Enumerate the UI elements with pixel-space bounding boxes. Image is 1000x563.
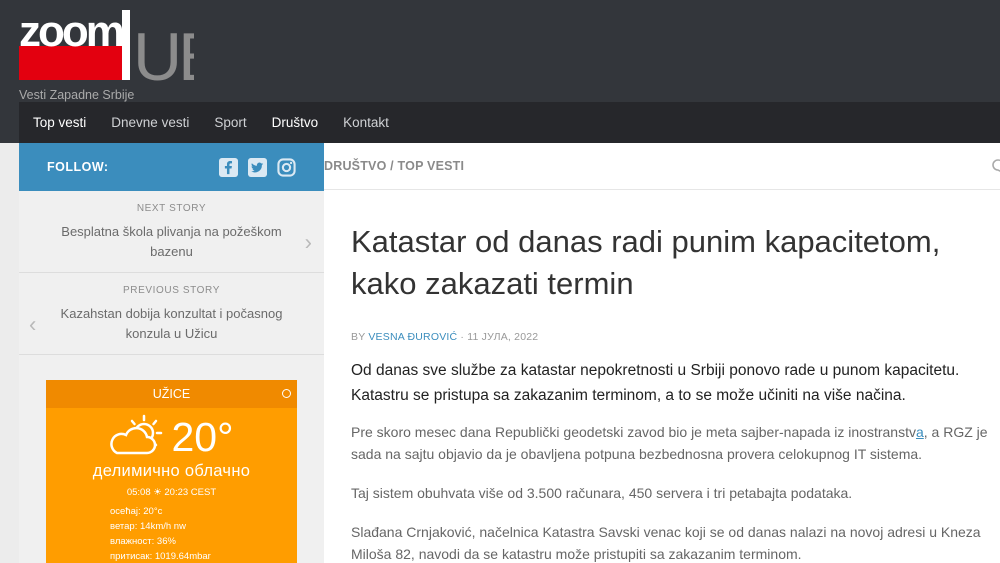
weather-feels-like: осећај: 20°c bbox=[110, 506, 163, 517]
weather-pressure: притисак: 1019.64mbar bbox=[110, 551, 211, 562]
nav-item-top-vesti[interactable]: Top vesti bbox=[33, 115, 86, 130]
weather-condition: делимично облачно bbox=[92, 462, 251, 480]
previous-story-title[interactable]: Kazahstan dobija konzultat i počasnog ko… bbox=[59, 304, 284, 344]
previous-story[interactable]: PREVIOUS STORY Kazahstan dobija konzulta… bbox=[19, 273, 324, 355]
weather-details: осећај: 20°c ветар: 14km/h nw влажност: … bbox=[46, 504, 297, 563]
nav-item-kontakt[interactable]: Kontakt bbox=[343, 115, 389, 130]
facebook-icon[interactable] bbox=[218, 157, 238, 177]
publish-date: · 11 ЈУЛА, 2022 bbox=[457, 331, 539, 343]
author-link[interactable]: VESNA ĐUROVIĆ bbox=[368, 331, 457, 343]
breadcrumb[interactable]: DRUŠTVO / TOP VESTI bbox=[324, 159, 464, 173]
next-story[interactable]: NEXT STORY Besplatna škola plivanja na p… bbox=[19, 191, 324, 273]
site-logo[interactable]: zoom UE bbox=[19, 7, 225, 95]
weather-temperature: 20° bbox=[171, 413, 234, 460]
article-title: Katastar od danas radi punim kapacitetom… bbox=[351, 224, 941, 301]
nav-item-drustvo[interactable]: Društvo bbox=[272, 115, 319, 130]
main-nav: Top vesti Dnevne vesti Sport Društvo Kon… bbox=[19, 102, 1000, 143]
article-paragraph-1: Pre skoro mesec dana Republički geodetsk… bbox=[351, 421, 996, 465]
article-main: DRUŠTVO / TOP VESTI Katastar od danas ra… bbox=[324, 143, 1000, 563]
weather-settings-icon[interactable] bbox=[282, 389, 291, 398]
chevron-left-icon[interactable]: ‹ bbox=[29, 311, 36, 337]
sidebar: FOLLOW: NEXT STORY Besplatna škola pliva… bbox=[19, 143, 324, 563]
weather-city: UŽICE bbox=[152, 387, 191, 401]
weather-humidity: влажност: 36% bbox=[110, 536, 176, 547]
previous-story-kicker: PREVIOUS STORY bbox=[123, 285, 220, 296]
weather-sun-times: 05:08 ☀ 20:23 CEST bbox=[126, 487, 217, 498]
weather-wind: ветар: 14km/h nw bbox=[110, 521, 186, 532]
partly-cloudy-icon bbox=[109, 413, 165, 462]
article-paragraph-3: Slađana Crnjaković, načelnica Katastra S… bbox=[351, 524, 981, 562]
instagram-icon[interactable] bbox=[276, 157, 296, 177]
logo-graphic: zoom UE bbox=[19, 7, 225, 95]
site-header: zoom UE Vesti Zapadne Srbije Top vesti D… bbox=[0, 0, 1000, 143]
logo-main-text: zoom bbox=[19, 8, 123, 56]
article-paragraph-2: Taj sistem obuhvata više od 3.500 računa… bbox=[351, 485, 853, 501]
article-meta: BY VESNA ĐUROVIĆ · 11 ЈУЛА, 2022 bbox=[351, 331, 538, 343]
follow-bar: FOLLOW: bbox=[19, 143, 324, 191]
chevron-right-icon[interactable]: › bbox=[305, 229, 312, 255]
social-links bbox=[218, 157, 296, 177]
twitter-icon[interactable] bbox=[247, 157, 267, 177]
next-story-kicker: NEXT STORY bbox=[136, 203, 207, 214]
site-tagline: Vesti Zapadne Srbije bbox=[19, 88, 135, 102]
next-story-title[interactable]: Besplatna škola plivanja na požeškom baz… bbox=[59, 222, 284, 262]
weather-widget: UŽICE 20° делимично облачно 05:08 ☀ 20:2… bbox=[46, 380, 297, 563]
meta-by: BY bbox=[351, 331, 369, 343]
weather-header: UŽICE bbox=[46, 380, 297, 408]
comment-icon[interactable] bbox=[992, 159, 1000, 178]
breadcrumb-bar: DRUŠTVO / TOP VESTI bbox=[324, 143, 1000, 190]
weather-main: 20° bbox=[46, 414, 297, 460]
inline-link[interactable]: a bbox=[916, 424, 924, 440]
nav-item-sport[interactable]: Sport bbox=[214, 115, 246, 130]
nav-item-dnevne-vesti[interactable]: Dnevne vesti bbox=[111, 115, 189, 130]
p1-text-before: Pre skoro mesec dana Republički geodetsk… bbox=[351, 424, 916, 440]
logo-accent-text: UE bbox=[133, 19, 194, 88]
follow-label: FOLLOW: bbox=[47, 160, 109, 174]
article-lead: Od danas sve službe za katastar nepokret… bbox=[351, 362, 960, 404]
